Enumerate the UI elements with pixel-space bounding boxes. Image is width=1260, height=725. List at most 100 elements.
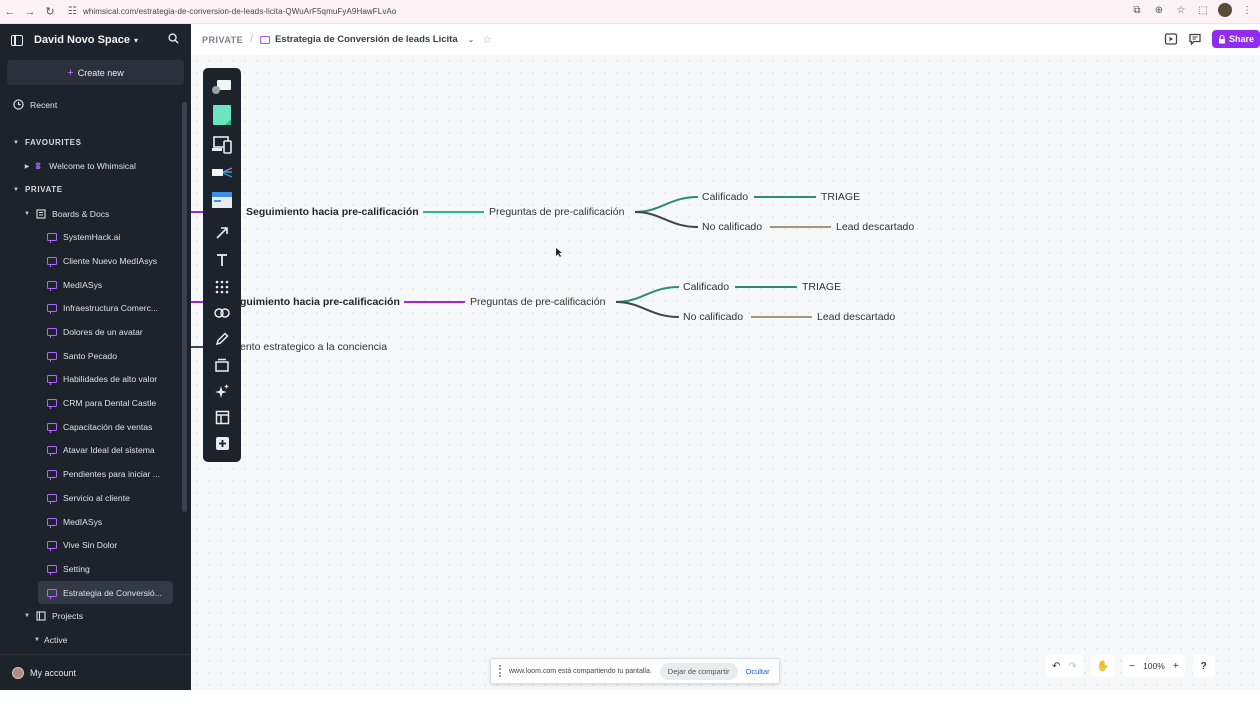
my-account-button[interactable]: My account — [0, 654, 191, 690]
node-preguntas-1[interactable]: Preguntas de pre-calificación — [489, 206, 624, 218]
board-canvas[interactable] — [191, 55, 1260, 690]
sidebar-doc-item[interactable]: Servicio al cliente — [0, 486, 191, 510]
stop-sharing-button[interactable]: Dejar de compartir — [659, 662, 738, 680]
node-triage-1[interactable]: TRIAGE — [821, 191, 860, 203]
sidebar-doc-item[interactable]: Dolores de un avatar — [0, 320, 191, 344]
sidebar-doc-item[interactable]: MedIASys — [0, 510, 191, 534]
sidebar-doc-item[interactable]: Capacitación de ventas — [0, 415, 191, 439]
doc-label: Vive Sin Dolor — [63, 540, 118, 551]
sidebar-doc-item[interactable]: Setting — [0, 557, 191, 581]
ai-sparkle-icon[interactable] — [210, 380, 234, 402]
sidebar-item-active[interactable]: ▼ Active — [0, 628, 191, 652]
favourite-star-icon[interactable]: ☆ — [482, 33, 492, 46]
arrow-connector-icon[interactable] — [210, 222, 234, 244]
extensions-icon[interactable]: ⬚ — [1196, 5, 1210, 16]
board-icon — [47, 541, 57, 552]
undo-icon[interactable]: ↶ — [1052, 661, 1060, 672]
wireframe-device-icon[interactable] — [210, 134, 234, 156]
pencil-icon[interactable] — [210, 328, 234, 350]
space-header[interactable]: David Novo Space ▾ — [0, 24, 191, 56]
node-conciencia[interactable]: ento estrategico a la conciencia — [240, 341, 387, 353]
node-calificado-1[interactable]: Calificado — [702, 191, 748, 203]
sidebar-item-boards-docs[interactable]: ▼ Boards & Docs — [0, 202, 191, 226]
profile-avatar[interactable] — [1218, 3, 1232, 17]
node-seguimiento-2[interactable]: guimiento hacia pre-calificación — [240, 296, 400, 308]
text-tool-icon[interactable] — [210, 249, 234, 271]
sticky-note-icon[interactable] — [210, 104, 234, 126]
breadcrumb-private[interactable]: PRIVATE — [202, 35, 243, 45]
comment-icon[interactable] — [1188, 32, 1202, 46]
sidebar-toggle-icon[interactable] — [11, 34, 23, 46]
shapes-tool-icon[interactable] — [210, 76, 234, 98]
link-icon[interactable] — [210, 302, 234, 324]
node-no-calificado-1[interactable]: No calificado — [702, 221, 762, 233]
node-preguntas-2[interactable]: Preguntas de pre-calificación — [470, 296, 605, 308]
url-text[interactable]: whimsical.com/estrategia-de-conversion-d… — [83, 7, 396, 16]
sidebar-doc-item[interactable]: Vive Sin Dolor — [0, 533, 191, 557]
share-button[interactable]: Share — [1211, 30, 1260, 48]
chevron-down-icon[interactable]: ⌄ — [468, 35, 475, 44]
sidebar-doc-item[interactable]: Infraestructura Comerc... — [0, 297, 191, 321]
reload-icon[interactable]: ↻ — [40, 5, 60, 18]
sidebar-doc-item[interactable]: Cliente Nuevo MedIAsys — [0, 249, 191, 273]
sidebar-doc-item[interactable]: Pendientes para iniciar ... — [0, 462, 191, 486]
zoom-icon[interactable]: ⊕ — [1152, 5, 1166, 16]
sidebar-item-recent[interactable]: Recent — [0, 93, 191, 117]
sidebar-doc-item[interactable]: SystemHack.ai — [0, 225, 191, 249]
table-tool-icon[interactable] — [210, 189, 234, 211]
create-new-button[interactable]: + Create new — [7, 60, 184, 85]
sidebar-item-projects[interactable]: ▼ Projects — [0, 604, 191, 628]
browser-menu-icon[interactable]: ⋮ — [1240, 5, 1254, 16]
templates-icon[interactable] — [210, 406, 234, 428]
drag-handle-icon[interactable] — [499, 665, 503, 677]
cast-icon[interactable]: ⧉ — [1130, 5, 1144, 16]
node-calificado-2[interactable]: Calificado — [683, 281, 729, 293]
favourites-label: FAVOURITES — [25, 138, 82, 148]
node-lead-descartado-2[interactable]: Lead descartado — [817, 311, 895, 323]
hide-notice-button[interactable]: Ocultar — [746, 667, 770, 676]
add-more-icon[interactable] — [210, 432, 234, 454]
history-controls: ↶ ↷ — [1046, 655, 1083, 677]
create-new-label: Create new — [77, 67, 124, 78]
redo-icon[interactable]: ↷ — [1068, 661, 1076, 672]
present-icon[interactable] — [1164, 32, 1178, 46]
clock-icon — [13, 99, 24, 111]
space-name[interactable]: David Novo Space — [34, 34, 130, 46]
search-icon[interactable] — [168, 33, 179, 44]
sidebar-item-welcome[interactable]: ▶ ⴻ Welcome to Whimsical — [0, 154, 191, 178]
sidebar-doc-item[interactable]: Atavar Ideal del sistema — [0, 439, 191, 463]
flowchart-icon[interactable] — [210, 162, 234, 184]
section-private[interactable]: ▼ PRIVATE — [0, 178, 191, 202]
sidebar-doc-item[interactable]: Santo Pecado — [0, 344, 191, 368]
recent-label: Recent — [30, 99, 58, 110]
section-frame-icon[interactable] — [210, 354, 234, 376]
node-triage-2[interactable]: TRIAGE — [802, 281, 841, 293]
node-no-calificado-2[interactable]: No calificado — [683, 311, 743, 323]
zoom-in-icon[interactable]: + — [1173, 661, 1179, 672]
site-settings-icon[interactable]: ☷ — [68, 6, 77, 17]
node-lead-descartado-1[interactable]: Lead descartado — [836, 221, 914, 233]
sidebar-doc-item[interactable]: Habilidades de alto valor — [0, 368, 191, 392]
document-title[interactable]: Estrategia de Conversión de leads Licita — [275, 34, 458, 45]
address-bar[interactable]: ☷ whimsical.com/estrategia-de-conversion… — [68, 3, 396, 21]
help-icon[interactable]: ? — [1192, 655, 1215, 677]
chevron-down-icon[interactable]: ▾ — [134, 36, 138, 45]
bookmark-star-icon[interactable]: ☆ — [1174, 5, 1188, 16]
doc-label: Infraestructura Comerc... — [63, 303, 159, 314]
sidebar-scrollbar[interactable] — [182, 102, 187, 512]
sidebar-doc-item-selected[interactable]: Estrategia de Conversió... — [38, 580, 173, 605]
sidebar-doc-item[interactable]: MedIASys — [0, 273, 191, 297]
hand-pan-icon[interactable]: ✋ — [1097, 661, 1109, 672]
board-icon — [47, 233, 57, 244]
browser-toolbar: ← → ↻ ☷ whimsical.com/estrategia-de-conv… — [0, 0, 1260, 24]
section-favourites[interactable]: ▼ FAVOURITES — [0, 131, 191, 155]
grid-dots-icon[interactable] — [210, 276, 234, 298]
node-seguimiento-1[interactable]: Seguimiento hacia pre-calificación — [246, 206, 419, 218]
board-icon — [47, 280, 57, 291]
zoom-level[interactable]: 100% — [1143, 661, 1165, 671]
zoom-out-icon[interactable]: − — [1129, 661, 1135, 672]
back-icon[interactable]: ← — [0, 6, 20, 18]
page-bottom-strip — [0, 690, 1260, 725]
sidebar-doc-item[interactable]: CRM para Dental Castle — [0, 391, 191, 415]
forward-icon[interactable]: → — [20, 6, 40, 18]
